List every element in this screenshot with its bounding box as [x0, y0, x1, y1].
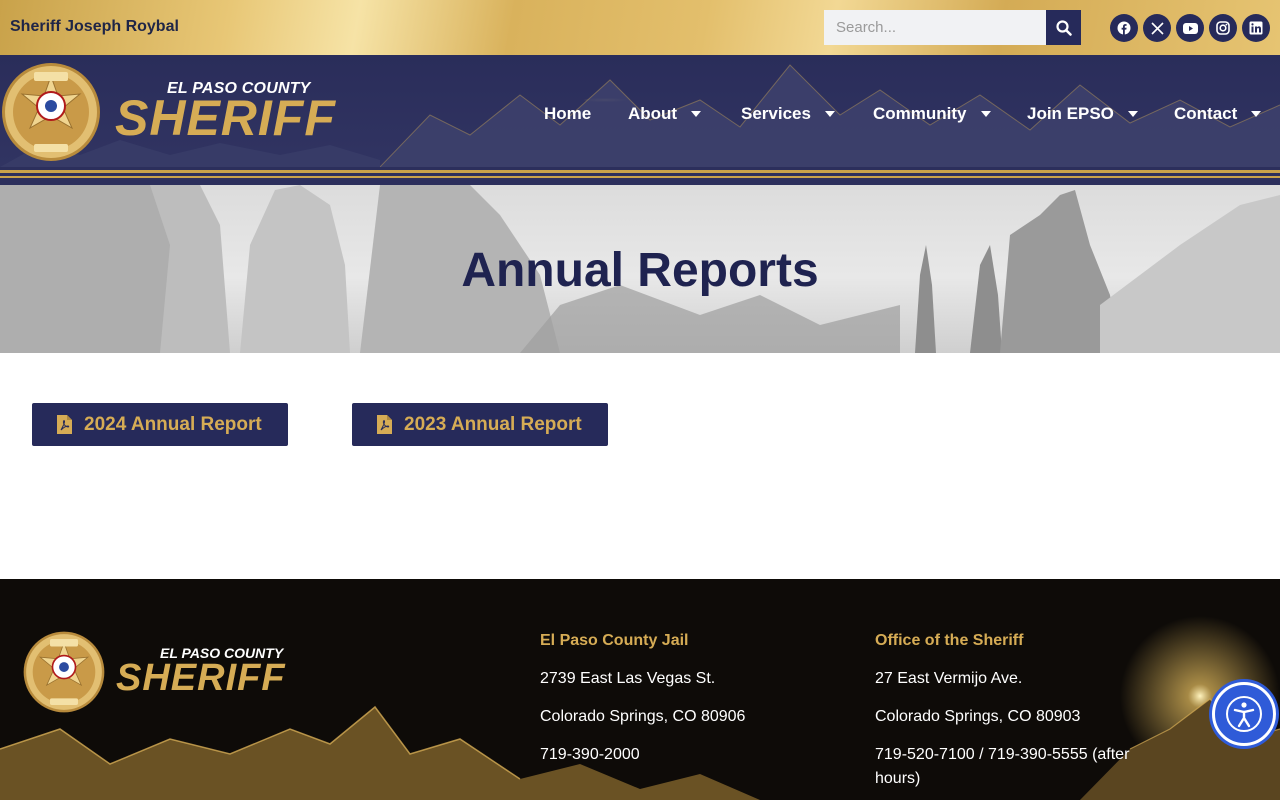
caret-down-icon [824, 111, 835, 117]
page-title: Annual Reports [461, 244, 819, 297]
office-address-line2: Colorado Springs, CO 80903 [875, 708, 1081, 725]
jail-address-line2: Colorado Springs, CO 80906 [540, 708, 746, 725]
nav-contact[interactable]: Contact [1174, 104, 1262, 124]
footer-brand-big: SHERIFF [116, 657, 286, 699]
nav-label: Join EPSO [1027, 104, 1114, 123]
search-button[interactable] [1046, 10, 1081, 45]
sheriff-name: Sheriff Joseph Roybal [10, 18, 179, 35]
caret-down-icon [691, 111, 702, 117]
jail-phone[interactable]: 719-390-2000 [540, 743, 840, 767]
main-nav: Home About Services Community Join EPSO … [0, 104, 1280, 124]
nav-label: About [628, 104, 678, 123]
file-pdf-icon [377, 415, 392, 434]
office-phone[interactable]: 719-520-7100 / 719-390-5555 (after hours… [875, 743, 1145, 791]
accessibility-icon [1226, 696, 1262, 732]
social-links [1110, 14, 1270, 42]
page-hero: Annual Reports [0, 185, 1280, 353]
x-icon[interactable] [1143, 14, 1171, 42]
report-label: 2024 Annual Report [84, 413, 262, 435]
nav-services[interactable]: Services [741, 104, 835, 124]
search-form [824, 10, 1081, 45]
divider [0, 176, 1280, 178]
nav-about[interactable]: About [628, 104, 702, 124]
accessibility-button[interactable] [1212, 682, 1276, 746]
report-2024-button[interactable]: 2024 Annual Report [32, 403, 288, 446]
footer: EL PASO COUNTY SHERIFF El Paso County Ja… [0, 579, 1280, 800]
caret-down-icon [1251, 111, 1262, 117]
nav-home[interactable]: Home [544, 104, 591, 124]
nav-label: Community [873, 104, 967, 123]
nav-label: Home [544, 104, 592, 123]
office-heading: Office of the Sheriff [875, 632, 1024, 649]
office-address-line1: 27 East Vermijo Ave. [875, 670, 1023, 687]
header: EL PASO COUNTY SHERIFF Home About Servic… [0, 55, 1280, 185]
footer-jail-info: El Paso County Jail 2739 East Las Vegas … [540, 632, 840, 781]
jail-address-line1: 2739 East Las Vegas St. [540, 670, 716, 687]
footer-badge-logo[interactable] [22, 630, 106, 719]
instagram-icon[interactable] [1209, 14, 1237, 42]
footer-office-info: Office of the Sheriff 27 East Vermijo Av… [875, 632, 1145, 800]
nav-label: Contact [1174, 104, 1238, 123]
nav-community[interactable]: Community [873, 104, 991, 124]
report-2023-button[interactable]: 2023 Annual Report [352, 403, 608, 446]
caret-down-icon [1127, 111, 1138, 117]
nav-label: Services [741, 104, 811, 123]
jail-heading: El Paso County Jail [540, 632, 689, 649]
caret-down-icon [980, 111, 991, 117]
search-input[interactable] [824, 10, 1046, 45]
divider [0, 170, 1280, 173]
youtube-icon[interactable] [1176, 14, 1204, 42]
search-icon [1055, 19, 1072, 36]
report-label: 2023 Annual Report [404, 413, 582, 435]
header-main: EL PASO COUNTY SHERIFF Home About Servic… [0, 55, 1280, 167]
facebook-icon[interactable] [1110, 14, 1138, 42]
linkedin-icon[interactable] [1242, 14, 1270, 42]
nav-join-epso[interactable]: Join EPSO [1027, 104, 1138, 124]
top-bar: Sheriff Joseph Roybal [0, 0, 1280, 55]
file-pdf-icon [57, 415, 72, 434]
